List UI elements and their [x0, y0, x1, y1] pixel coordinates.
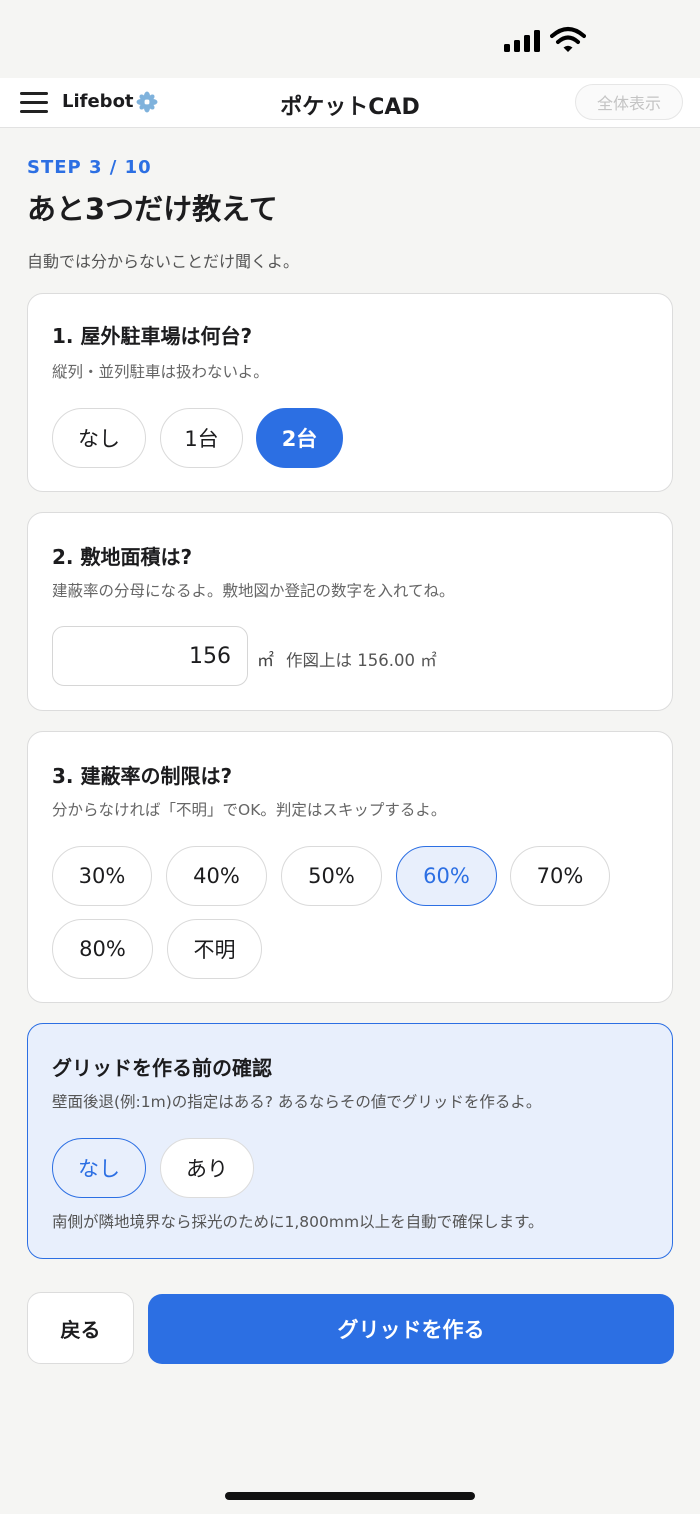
- site-area-question-hint: 建蔽率の分母になるよ。敷地図か登記の数字を入れてね。: [52, 582, 455, 600]
- parking-question-hint: 縦列・並列駐車は扱わないよ。: [52, 363, 269, 381]
- fit-view-button[interactable]: 全体表示: [575, 84, 683, 120]
- parking-option-none[interactable]: なし: [52, 408, 146, 468]
- coverage-option-40[interactable]: 40%: [166, 846, 267, 906]
- brand-name: Lifebot: [62, 91, 134, 112]
- setback-footnote: 南側が隣地境界なら採光のために1,800mm以上を自動で確保します。: [52, 1213, 544, 1231]
- page-description: 自動では分からないことだけ聞くよ。: [27, 252, 300, 271]
- coverage-option-70[interactable]: 70%: [510, 846, 610, 906]
- status-bar: [0, 0, 700, 78]
- coverage-question-card: 3. 建蔽率の制限は? 分からなければ「不明」でOK。判定はスキップするよ。 3…: [27, 731, 673, 1003]
- parking-option-2-selected[interactable]: 2台: [256, 408, 343, 468]
- setback-confirm-title: グリッドを作る前の確認: [52, 1056, 272, 1080]
- menu-icon[interactable]: [20, 92, 48, 114]
- setback-option-none-selected[interactable]: なし: [52, 1138, 146, 1198]
- cellular-signal-icon: [504, 30, 542, 52]
- app-header: Lifebot ポケットCAD 全体表示: [0, 78, 700, 128]
- area-unit: ㎡: [257, 651, 274, 671]
- site-area-question-card: 2. 敷地面積は? 建蔽率の分母になるよ。敷地図か登記の数字を入れてね。 ㎡ 作…: [27, 512, 673, 711]
- parking-question-title: 1. 屋外駐車場は何台?: [52, 324, 253, 348]
- create-grid-button[interactable]: グリッドを作る: [148, 1294, 674, 1364]
- back-button[interactable]: 戻る: [27, 1292, 134, 1364]
- site-area-question-title: 2. 敷地面積は?: [52, 545, 193, 569]
- page-title: あと3つだけ教えて: [27, 192, 278, 226]
- coverage-question-title: 3. 建蔽率の制限は?: [52, 764, 233, 788]
- wifi-icon: [550, 27, 586, 52]
- coverage-option-60-selected[interactable]: 60%: [396, 846, 497, 906]
- parking-question-card: 1. 屋外駐車場は何台? 縦列・並列駐車は扱わないよ。 なし 1台 2台: [27, 293, 673, 492]
- parking-option-1[interactable]: 1台: [160, 408, 243, 468]
- coverage-option-50[interactable]: 50%: [281, 846, 382, 906]
- coverage-option-30[interactable]: 30%: [52, 846, 152, 906]
- flower-logo-icon: [136, 91, 158, 113]
- setback-confirm-hint: 壁面後退(例:1m)の指定はある? あるならその値でグリッドを作るよ。: [52, 1093, 542, 1111]
- area-note: 作図上は 156.00 ㎡: [286, 651, 437, 670]
- coverage-option-unknown[interactable]: 不明: [167, 919, 262, 979]
- home-indicator: [225, 1492, 475, 1500]
- site-area-input[interactable]: [52, 626, 248, 686]
- coverage-question-hint: 分からなければ「不明」でOK。判定はスキップするよ。: [52, 801, 447, 819]
- coverage-option-80[interactable]: 80%: [52, 919, 153, 979]
- setback-option-yes[interactable]: あり: [160, 1138, 254, 1198]
- setback-confirm-card: グリッドを作る前の確認 壁面後退(例:1m)の指定はある? あるならその値でグリ…: [27, 1023, 673, 1259]
- step-indicator: STEP 3 / 10: [27, 157, 152, 178]
